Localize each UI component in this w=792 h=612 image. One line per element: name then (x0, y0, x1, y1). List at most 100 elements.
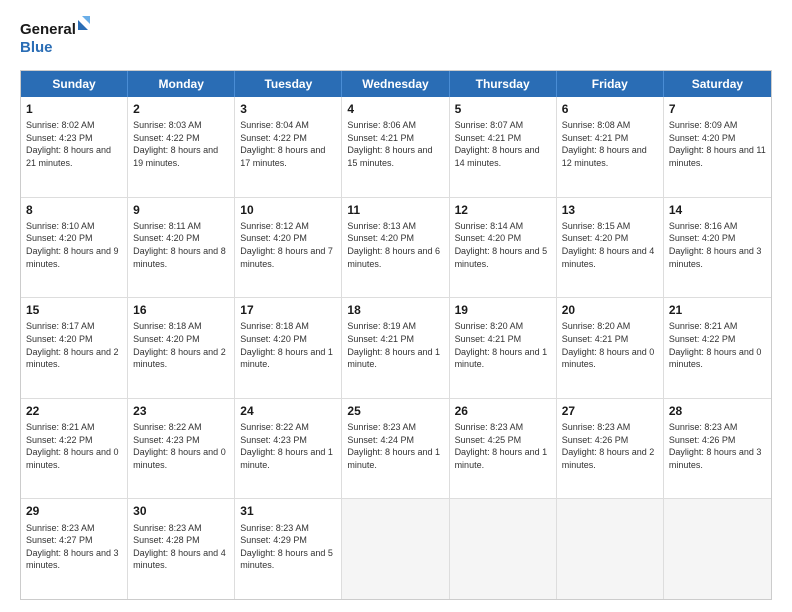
cell-text: Sunrise: 8:19 AMSunset: 4:21 PMDaylight:… (347, 320, 443, 370)
logo: General Blue (20, 16, 90, 60)
cell-text: Sunrise: 8:06 AMSunset: 4:21 PMDaylight:… (347, 119, 443, 169)
day-number: 5 (455, 101, 551, 117)
day-number: 14 (669, 202, 766, 218)
cell-text: Sunrise: 8:23 AMSunset: 4:24 PMDaylight:… (347, 421, 443, 471)
calendar-week: 15Sunrise: 8:17 AMSunset: 4:20 PMDayligh… (21, 297, 771, 398)
cell-text: Sunrise: 8:23 AMSunset: 4:29 PMDaylight:… (240, 522, 336, 572)
calendar-cell: 23Sunrise: 8:22 AMSunset: 4:23 PMDayligh… (128, 399, 235, 499)
calendar-cell: 19Sunrise: 8:20 AMSunset: 4:21 PMDayligh… (450, 298, 557, 398)
calendar-cell: 9Sunrise: 8:11 AMSunset: 4:20 PMDaylight… (128, 198, 235, 298)
calendar-cell: 16 Sunrise: 8:18 AMSunset: 4:20 PMDayligh… (128, 298, 235, 398)
calendar-cell: 21 Sunrise: 8:21 AMSunset: 4:22 PMDayligh… (664, 298, 771, 398)
calendar-cell: 11 Sunrise: 8:13 AMSunset: 4:20 PMDayligh… (342, 198, 449, 298)
day-number: 12 (455, 202, 551, 218)
calendar-cell: 12 Sunrise: 8:14 AMSunset: 4:20 PMDayligh… (450, 198, 557, 298)
calendar-cell: 22 Sunrise: 8:21 AMSunset: 4:22 PMDayligh… (21, 399, 128, 499)
day-number: 2 (133, 101, 229, 117)
day-number: 18 (347, 302, 443, 318)
calendar-header-cell: Saturday (664, 71, 771, 97)
cell-text: Sunrise: 8:23 AMSunset: 4:25 PMDaylight:… (455, 421, 551, 471)
day-number: 4 (347, 101, 443, 117)
calendar-cell (664, 499, 771, 599)
day-number: 29 (26, 503, 122, 519)
cell-text: Sunrise: 8:21 AMSunset: 4:22 PMDaylight:… (669, 320, 766, 370)
calendar-cell: 25Sunrise: 8:23 AMSunset: 4:24 PMDayligh… (342, 399, 449, 499)
cell-text: Sunrise: 8:23 AMSunset: 4:26 PMDaylight:… (562, 421, 658, 471)
calendar-header-cell: Tuesday (235, 71, 342, 97)
day-number: 11 (347, 202, 443, 218)
cell-text: Sunrise: 8:12 AMSunset: 4:20 PMDaylight:… (240, 220, 336, 270)
cell-text: Sunrise: 8:09 AMSunset: 4:20 PMDaylight:… (669, 119, 766, 169)
cell-text: Sunrise: 8:21 AMSunset: 4:22 PMDaylight:… (26, 421, 122, 471)
calendar-cell: 15Sunrise: 8:17 AMSunset: 4:20 PMDayligh… (21, 298, 128, 398)
day-number: 22 (26, 403, 122, 419)
day-number: 31 (240, 503, 336, 519)
calendar-cell: 3Sunrise: 8:04 AMSunset: 4:22 PMDaylight… (235, 97, 342, 197)
cell-text: Sunrise: 8:22 AMSunset: 4:23 PMDaylight:… (240, 421, 336, 471)
day-number: 13 (562, 202, 658, 218)
calendar: SundayMondayTuesdayWednesdayThursdayFrid… (20, 70, 772, 600)
cell-text: Sunrise: 8:17 AMSunset: 4:20 PMDaylight:… (26, 320, 122, 370)
day-number: 27 (562, 403, 658, 419)
day-number: 1 (26, 101, 122, 117)
cell-text: Sunrise: 8:03 AMSunset: 4:22 PMDaylight:… (133, 119, 229, 169)
calendar-cell: 26Sunrise: 8:23 AMSunset: 4:25 PMDayligh… (450, 399, 557, 499)
calendar-cell: 2 Sunrise: 8:03 AMSunset: 4:22 PMDaylight… (128, 97, 235, 197)
day-number: 7 (669, 101, 766, 117)
calendar-week: 8 Sunrise: 8:10 AMSunset: 4:20 PMDaylight… (21, 197, 771, 298)
svg-text:Blue: Blue (20, 39, 53, 56)
header: General Blue (20, 16, 772, 60)
calendar-week: 1 Sunrise: 8:02 AMSunset: 4:23 PMDaylight… (21, 97, 771, 197)
day-number: 30 (133, 503, 229, 519)
calendar-cell: 10Sunrise: 8:12 AMSunset: 4:20 PMDayligh… (235, 198, 342, 298)
cell-text: Sunrise: 8:20 AMSunset: 4:21 PMDaylight:… (562, 320, 658, 370)
day-number: 8 (26, 202, 122, 218)
day-number: 19 (455, 302, 551, 318)
calendar-cell: 20Sunrise: 8:20 AMSunset: 4:21 PMDayligh… (557, 298, 664, 398)
cell-text: Sunrise: 8:22 AMSunset: 4:23 PMDaylight:… (133, 421, 229, 471)
day-number: 21 (669, 302, 766, 318)
calendar-header-cell: Monday (128, 71, 235, 97)
calendar-header-cell: Sunday (21, 71, 128, 97)
calendar-cell: 17 Sunrise: 8:18 AMSunset: 4:20 PMDayligh… (235, 298, 342, 398)
calendar-cell: 8 Sunrise: 8:10 AMSunset: 4:20 PMDaylight… (21, 198, 128, 298)
cell-text: Sunrise: 8:23 AMSunset: 4:26 PMDaylight:… (669, 421, 766, 471)
calendar-header-cell: Thursday (450, 71, 557, 97)
day-number: 28 (669, 403, 766, 419)
day-number: 17 (240, 302, 336, 318)
calendar-cell: 1 Sunrise: 8:02 AMSunset: 4:23 PMDaylight… (21, 97, 128, 197)
calendar-week: 29 Sunrise: 8:23 AMSunset: 4:27 PMDayligh… (21, 498, 771, 599)
svg-text:General: General (20, 21, 76, 38)
cell-text: Sunrise: 8:18 AMSunset: 4:20 PMDaylight:… (240, 320, 336, 370)
calendar-cell (557, 499, 664, 599)
calendar-cell: 14Sunrise: 8:16 AMSunset: 4:20 PMDayligh… (664, 198, 771, 298)
calendar-body: 1 Sunrise: 8:02 AMSunset: 4:23 PMDaylight… (21, 97, 771, 599)
cell-text: Sunrise: 8:14 AMSunset: 4:20 PMDaylight:… (455, 220, 551, 270)
page: General Blue SundayMondayTuesdayWednesda… (0, 0, 792, 612)
calendar-cell (342, 499, 449, 599)
day-number: 6 (562, 101, 658, 117)
day-number: 3 (240, 101, 336, 117)
calendar-cell: 29 Sunrise: 8:23 AMSunset: 4:27 PMDayligh… (21, 499, 128, 599)
cell-text: Sunrise: 8:10 AMSunset: 4:20 PMDaylight:… (26, 220, 122, 270)
calendar-cell: 31 Sunrise: 8:23 AMSunset: 4:29 PMDayligh… (235, 499, 342, 599)
calendar-cell: 30Sunrise: 8:23 AMSunset: 4:28 PMDayligh… (128, 499, 235, 599)
day-number: 16 (133, 302, 229, 318)
calendar-header-row: SundayMondayTuesdayWednesdayThursdayFrid… (21, 71, 771, 97)
cell-text: Sunrise: 8:11 AMSunset: 4:20 PMDaylight:… (133, 220, 229, 270)
calendar-cell: 7 Sunrise: 8:09 AMSunset: 4:20 PMDaylight… (664, 97, 771, 197)
calendar-cell: 24 Sunrise: 8:22 AMSunset: 4:23 PMDayligh… (235, 399, 342, 499)
cell-text: Sunrise: 8:23 AMSunset: 4:27 PMDaylight:… (26, 522, 122, 572)
calendar-cell: 4 Sunrise: 8:06 AMSunset: 4:21 PMDaylight… (342, 97, 449, 197)
calendar-header-cell: Wednesday (342, 71, 449, 97)
day-number: 24 (240, 403, 336, 419)
calendar-header-cell: Friday (557, 71, 664, 97)
calendar-cell: 28 Sunrise: 8:23 AMSunset: 4:26 PMDayligh… (664, 399, 771, 499)
calendar-cell: 18 Sunrise: 8:19 AMSunset: 4:21 PMDayligh… (342, 298, 449, 398)
calendar-cell: 13 Sunrise: 8:15 AMSunset: 4:20 PMDayligh… (557, 198, 664, 298)
cell-text: Sunrise: 8:18 AMSunset: 4:20 PMDaylight:… (133, 320, 229, 370)
cell-text: Sunrise: 8:13 AMSunset: 4:20 PMDaylight:… (347, 220, 443, 270)
cell-text: Sunrise: 8:15 AMSunset: 4:20 PMDaylight:… (562, 220, 658, 270)
cell-text: Sunrise: 8:02 AMSunset: 4:23 PMDaylight:… (26, 119, 122, 169)
calendar-cell: 27 Sunrise: 8:23 AMSunset: 4:26 PMDayligh… (557, 399, 664, 499)
